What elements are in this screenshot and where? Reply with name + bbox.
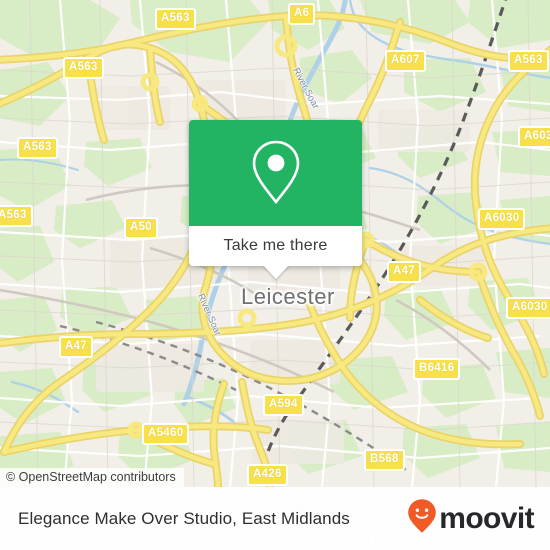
bottom-info-bar: Elegance Make Over Studio, East Midlands…: [0, 487, 550, 550]
road-shield-a563-n[interactable]: A563: [155, 8, 196, 30]
road-shield-a6030-e[interactable]: A6030: [478, 208, 526, 230]
popup-pointer-tail: [262, 265, 289, 279]
road-shield-a563-w[interactable]: A563: [17, 137, 58, 159]
map-pin-icon: [248, 138, 304, 208]
screenshot-root: Leicester River Soar River Soar A563 A6 …: [0, 0, 550, 550]
road-shield-a6[interactable]: A6: [288, 3, 316, 25]
road-shield-a607[interactable]: A607: [385, 50, 426, 72]
location-popup-card[interactable]: Take me there: [189, 120, 362, 279]
road-shield-a594[interactable]: A594: [263, 394, 304, 416]
take-me-there-button[interactable]: Take me there: [189, 226, 362, 266]
moovit-pin-icon: [407, 498, 437, 539]
page-title: Elegance Make Over Studio, East Midlands: [18, 508, 350, 528]
road-shield-a563-sw[interactable]: A563: [0, 205, 33, 227]
road-shield-a5460[interactable]: A5460: [142, 423, 190, 445]
road-shield-a6030-se[interactable]: A6030: [506, 297, 550, 319]
popup-icon-area: [189, 120, 362, 226]
road-shield-a6030-ne[interactable]: A6030: [518, 126, 550, 148]
road-shield-b6416[interactable]: B6416: [413, 358, 461, 380]
road-shield-a563-nw[interactable]: A563: [63, 57, 104, 79]
road-shield-a50[interactable]: A50: [124, 217, 158, 239]
moovit-wordmark: moovit: [439, 501, 534, 535]
moovit-logo[interactable]: moovit: [407, 498, 535, 539]
road-shield-a426[interactable]: A426: [247, 464, 288, 486]
road-shield-b568[interactable]: B568: [364, 449, 405, 471]
road-shield-a47-w[interactable]: A47: [59, 336, 93, 358]
road-shield-a47-e[interactable]: A47: [387, 261, 421, 283]
osm-attribution[interactable]: © OpenStreetMap contributors: [0, 468, 184, 487]
road-shield-a563-ne[interactable]: A563: [508, 50, 549, 72]
place-label-leicester: Leicester: [241, 284, 335, 309]
